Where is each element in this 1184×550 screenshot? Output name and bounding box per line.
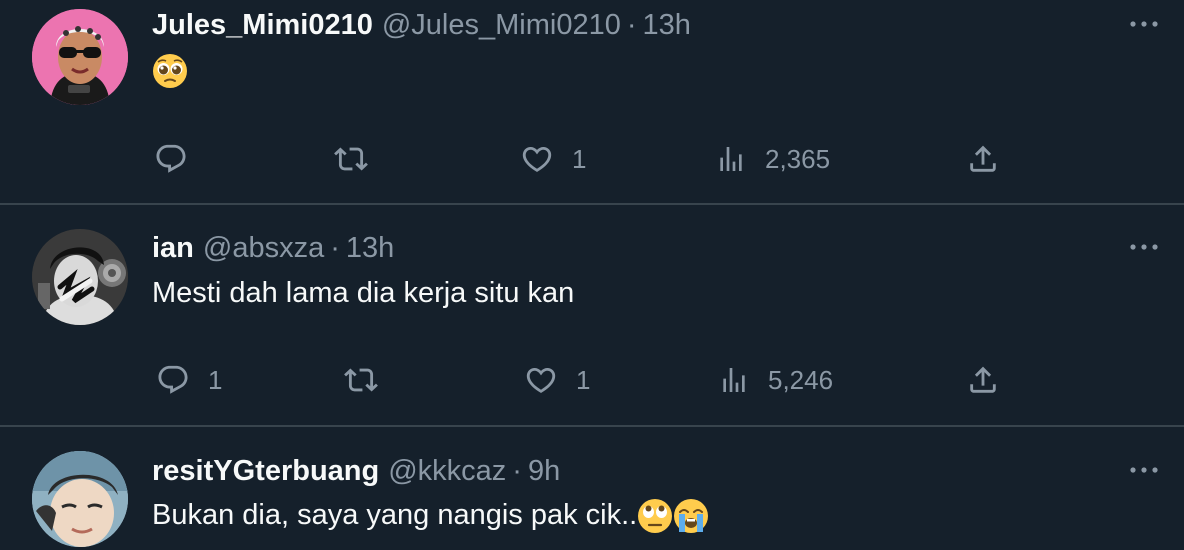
tweet-text: Mesti dah lama dia kerja situ kan [152, 277, 575, 309]
reply-button[interactable] [154, 142, 206, 176]
more-horizontal-icon [1130, 244, 1158, 250]
share-button[interactable] [966, 363, 1000, 397]
analytics-icon [723, 368, 745, 392]
user-handle[interactable]: @absxza [203, 231, 324, 265]
separator: · [512, 455, 522, 487]
avatar[interactable] [32, 451, 128, 547]
like-button[interactable]: 1 [524, 363, 590, 397]
share-icon [970, 145, 996, 172]
retweet-button[interactable] [333, 142, 387, 176]
avatar[interactable] [32, 229, 128, 325]
display-name[interactable]: Jules_Mimi0210 [152, 8, 373, 42]
reply-icon [156, 144, 186, 173]
separator: · [626, 9, 637, 41]
more-options-button[interactable] [1126, 237, 1162, 257]
pleading-face-emoji-icon [153, 54, 187, 89]
more-options-button[interactable] [1126, 460, 1162, 480]
timestamp[interactable]: 13h [346, 231, 394, 265]
view-count: 2,365 [765, 143, 831, 174]
user-handle[interactable]: @Jules_Mimi0210 [382, 8, 621, 42]
more-horizontal-icon [1130, 21, 1158, 27]
analytics-icon [720, 147, 742, 171]
retweet-icon [334, 147, 368, 171]
display-name[interactable]: ian [152, 231, 194, 265]
reply-button[interactable]: 1 [156, 363, 222, 397]
tweet-text [152, 52, 188, 89]
avatar[interactable] [32, 9, 128, 105]
loudly-crying-emoji-icon [674, 499, 709, 534]
share-icon [970, 366, 996, 393]
retweet-button[interactable] [343, 363, 397, 397]
retweet-icon [344, 368, 378, 392]
tweet-header: Jules_Mimi0210 @Jules_Mimi0210 · 13h [152, 8, 691, 42]
more-horizontal-icon [1130, 467, 1158, 473]
views-button[interactable]: 5,246 [718, 363, 833, 397]
timestamp[interactable]: 13h [643, 8, 691, 42]
like-count: 1 [572, 143, 587, 174]
display-name[interactable]: resitYGterbuang [152, 454, 379, 488]
like-count: 1 [576, 364, 591, 395]
views-button[interactable]: 2,365 [715, 142, 830, 176]
view-count: 5,246 [768, 364, 834, 395]
like-button[interactable]: 1 [520, 142, 586, 176]
rolling-eyes-emoji-icon [638, 499, 673, 534]
tweet[interactable]: Jules_Mimi0210 @Jules_Mimi0210 · 13h 1 2… [0, 0, 1184, 203]
share-button[interactable] [966, 142, 1000, 176]
reply-count: 1 [208, 364, 223, 395]
separator: · [330, 232, 340, 264]
heart-icon [522, 146, 552, 172]
tweet[interactable]: ian @absxza · 13h Mesti dah lama dia ker… [0, 205, 1184, 425]
tweet[interactable]: resitYGterbuang @kkkcaz · 9h Bukan dia, … [0, 427, 1184, 550]
heart-icon [526, 367, 556, 393]
timestamp[interactable]: 9h [528, 454, 560, 488]
tweet-header: ian @absxza · 13h [152, 231, 394, 265]
tweet-text-content: Bukan dia, saya yang nangis pak cik.. [152, 499, 638, 531]
reply-icon [158, 365, 188, 394]
tweet-text: Bukan dia, saya yang nangis pak cik.. [152, 497, 709, 534]
more-options-button[interactable] [1126, 14, 1162, 34]
tweet-header: resitYGterbuang @kkkcaz · 9h [152, 454, 560, 488]
user-handle[interactable]: @kkkcaz [388, 454, 506, 488]
